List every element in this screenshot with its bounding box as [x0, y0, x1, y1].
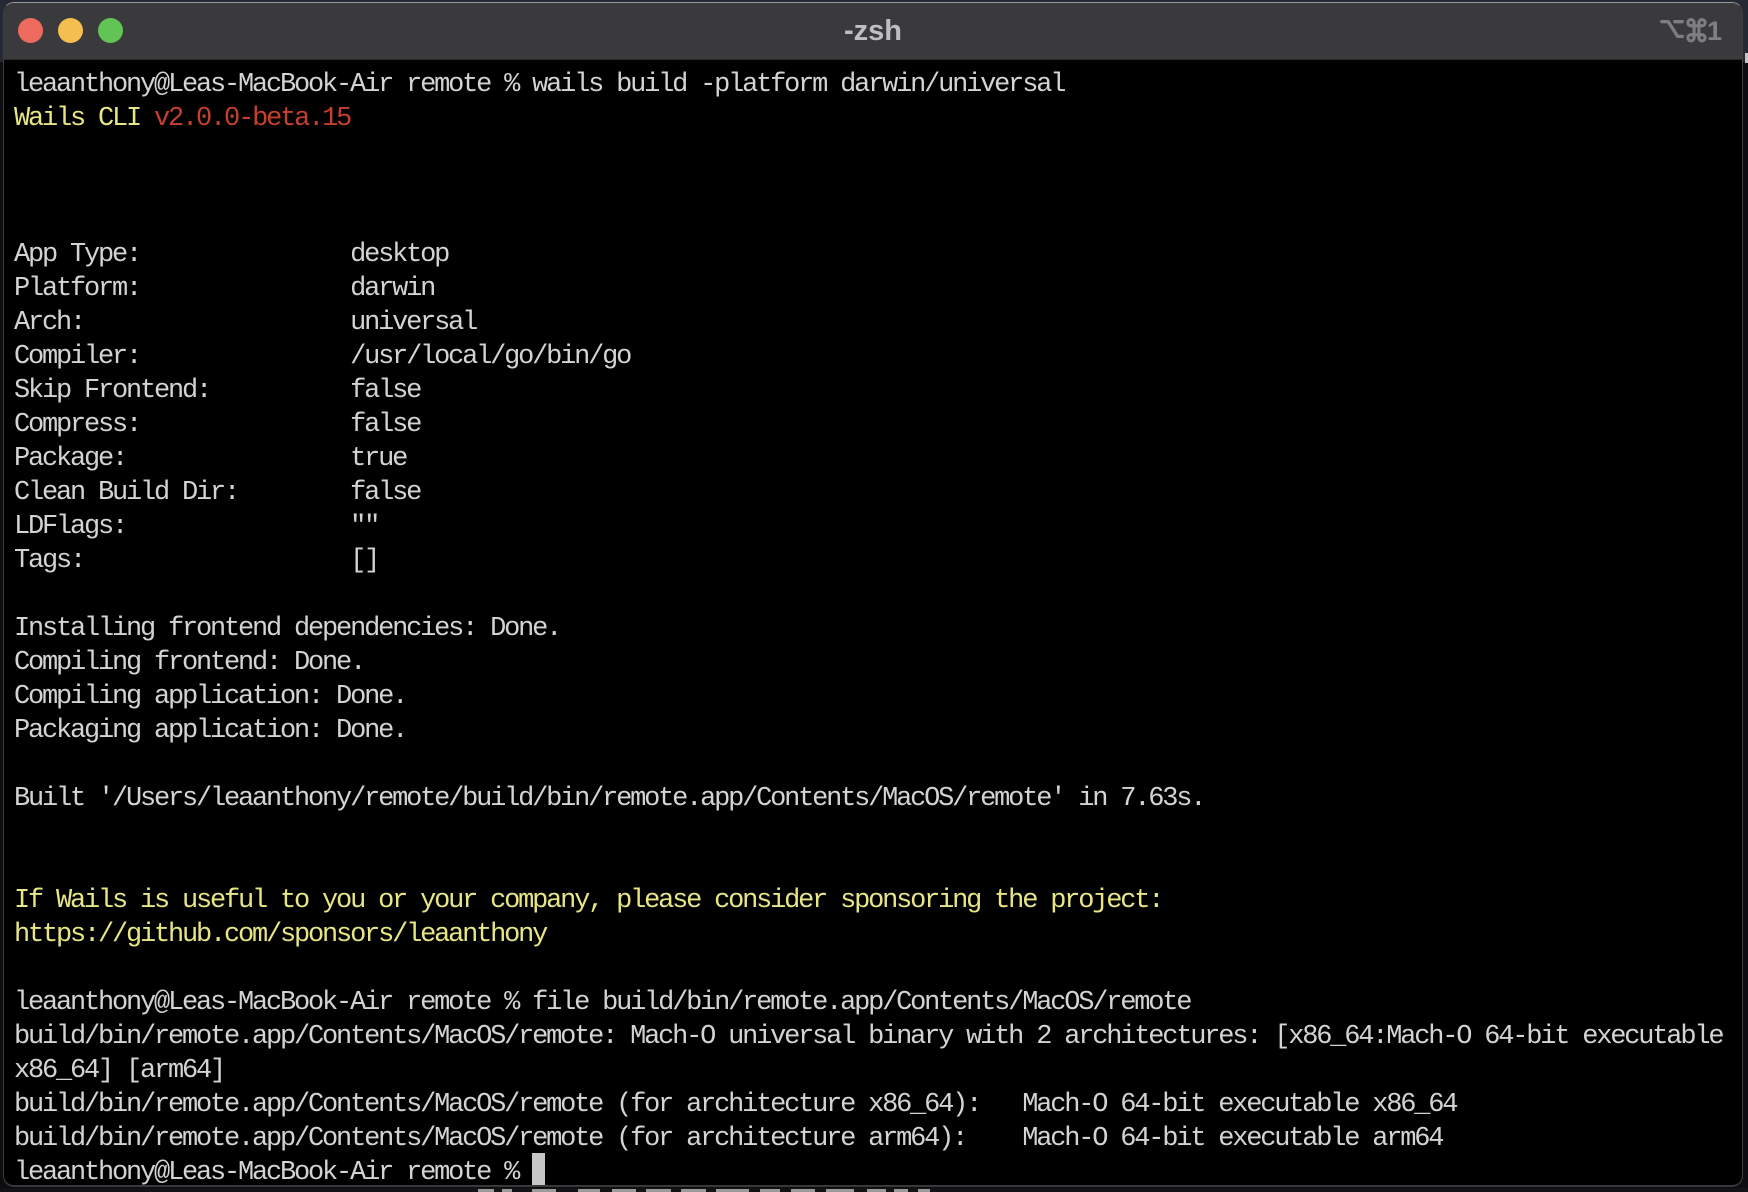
svg-text:1: 1 — [1707, 16, 1722, 46]
